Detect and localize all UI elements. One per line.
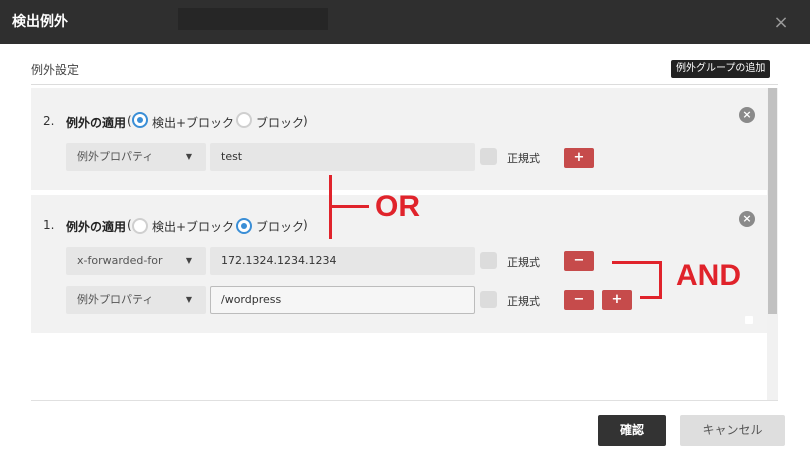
add-condition-button[interactable]: + <box>564 148 594 168</box>
regex-label: 正規式 <box>507 256 540 269</box>
dialog-title: 検出例外 <box>12 14 68 30</box>
dialog-titlebar: 検出例外 × <box>0 0 810 44</box>
chevron-down-icon: ▼ <box>185 152 192 161</box>
remove-condition-button[interactable]: − <box>564 290 594 310</box>
rule-apply-label: 例外の適用 <box>66 116 127 130</box>
rule-number: 1. <box>43 218 55 232</box>
radio-detect-block[interactable] <box>132 218 148 234</box>
regex-checkbox[interactable] <box>480 252 497 269</box>
radio-block[interactable] <box>236 112 252 128</box>
remove-rule-icon[interactable]: × <box>739 107 755 123</box>
and-bracket-vertical <box>659 261 662 299</box>
and-bracket-bottom <box>640 296 662 299</box>
regex-checkbox[interactable] <box>480 148 497 165</box>
and-annotation: AND <box>676 259 741 292</box>
paren-open: ( <box>127 114 132 128</box>
rule-apply-label: 例外の適用 <box>66 220 127 234</box>
divider <box>31 84 778 85</box>
radio-label-block: ブロック <box>256 220 305 234</box>
scrollbar-thumb[interactable] <box>768 88 777 314</box>
radio-block[interactable] <box>236 218 252 234</box>
paren-close: ) <box>303 218 308 232</box>
property-select[interactable]: x-forwarded-for ▼ <box>66 247 206 275</box>
regex-label: 正規式 <box>507 152 540 165</box>
or-annotation: OR <box>375 190 420 223</box>
radio-label-detect-block: 検出+ブロック <box>152 220 235 234</box>
add-condition-button[interactable]: + <box>602 290 632 310</box>
resize-grip <box>745 316 753 324</box>
or-bracket-horizontal <box>329 205 369 208</box>
radio-label-block: ブロック <box>256 116 305 130</box>
paren-open: ( <box>127 218 132 232</box>
chevron-down-icon: ▼ <box>185 295 192 304</box>
property-select[interactable]: 例外プロパティ ▼ <box>66 286 206 314</box>
value-input[interactable]: /wordpress <box>210 286 475 314</box>
radio-detect-block[interactable] <box>132 112 148 128</box>
confirm-button[interactable]: 確認 <box>598 415 666 446</box>
regex-checkbox[interactable] <box>480 291 497 308</box>
chevron-down-icon: ▼ <box>185 256 192 265</box>
remove-condition-button[interactable]: − <box>564 251 594 271</box>
add-exception-group-button[interactable]: 例外グループの追加 <box>671 60 771 78</box>
value-input[interactable]: test <box>210 143 475 171</box>
radio-label-detect-block: 検出+ブロック <box>152 116 235 130</box>
regex-label: 正規式 <box>507 295 540 308</box>
property-select-value: 例外プロパティ <box>77 293 154 306</box>
value-input[interactable]: 172.1324.1234.1234 <box>210 247 475 275</box>
rule-number: 2. <box>43 114 55 128</box>
section-label: 例外設定 <box>31 63 80 77</box>
property-select-value: x-forwarded-for <box>77 254 163 267</box>
footer-divider <box>31 400 778 401</box>
remove-rule-icon[interactable]: × <box>739 211 755 227</box>
cancel-button[interactable]: キャンセル <box>680 415 785 446</box>
property-select-value: 例外プロパティ <box>77 150 154 163</box>
property-select[interactable]: 例外プロパティ ▼ <box>66 143 206 171</box>
close-icon[interactable]: × <box>772 14 790 32</box>
paren-close: ) <box>303 114 308 128</box>
rule-block-2 <box>31 88 767 190</box>
titlebar-dark-region <box>178 8 328 30</box>
and-bracket-top <box>612 261 662 264</box>
